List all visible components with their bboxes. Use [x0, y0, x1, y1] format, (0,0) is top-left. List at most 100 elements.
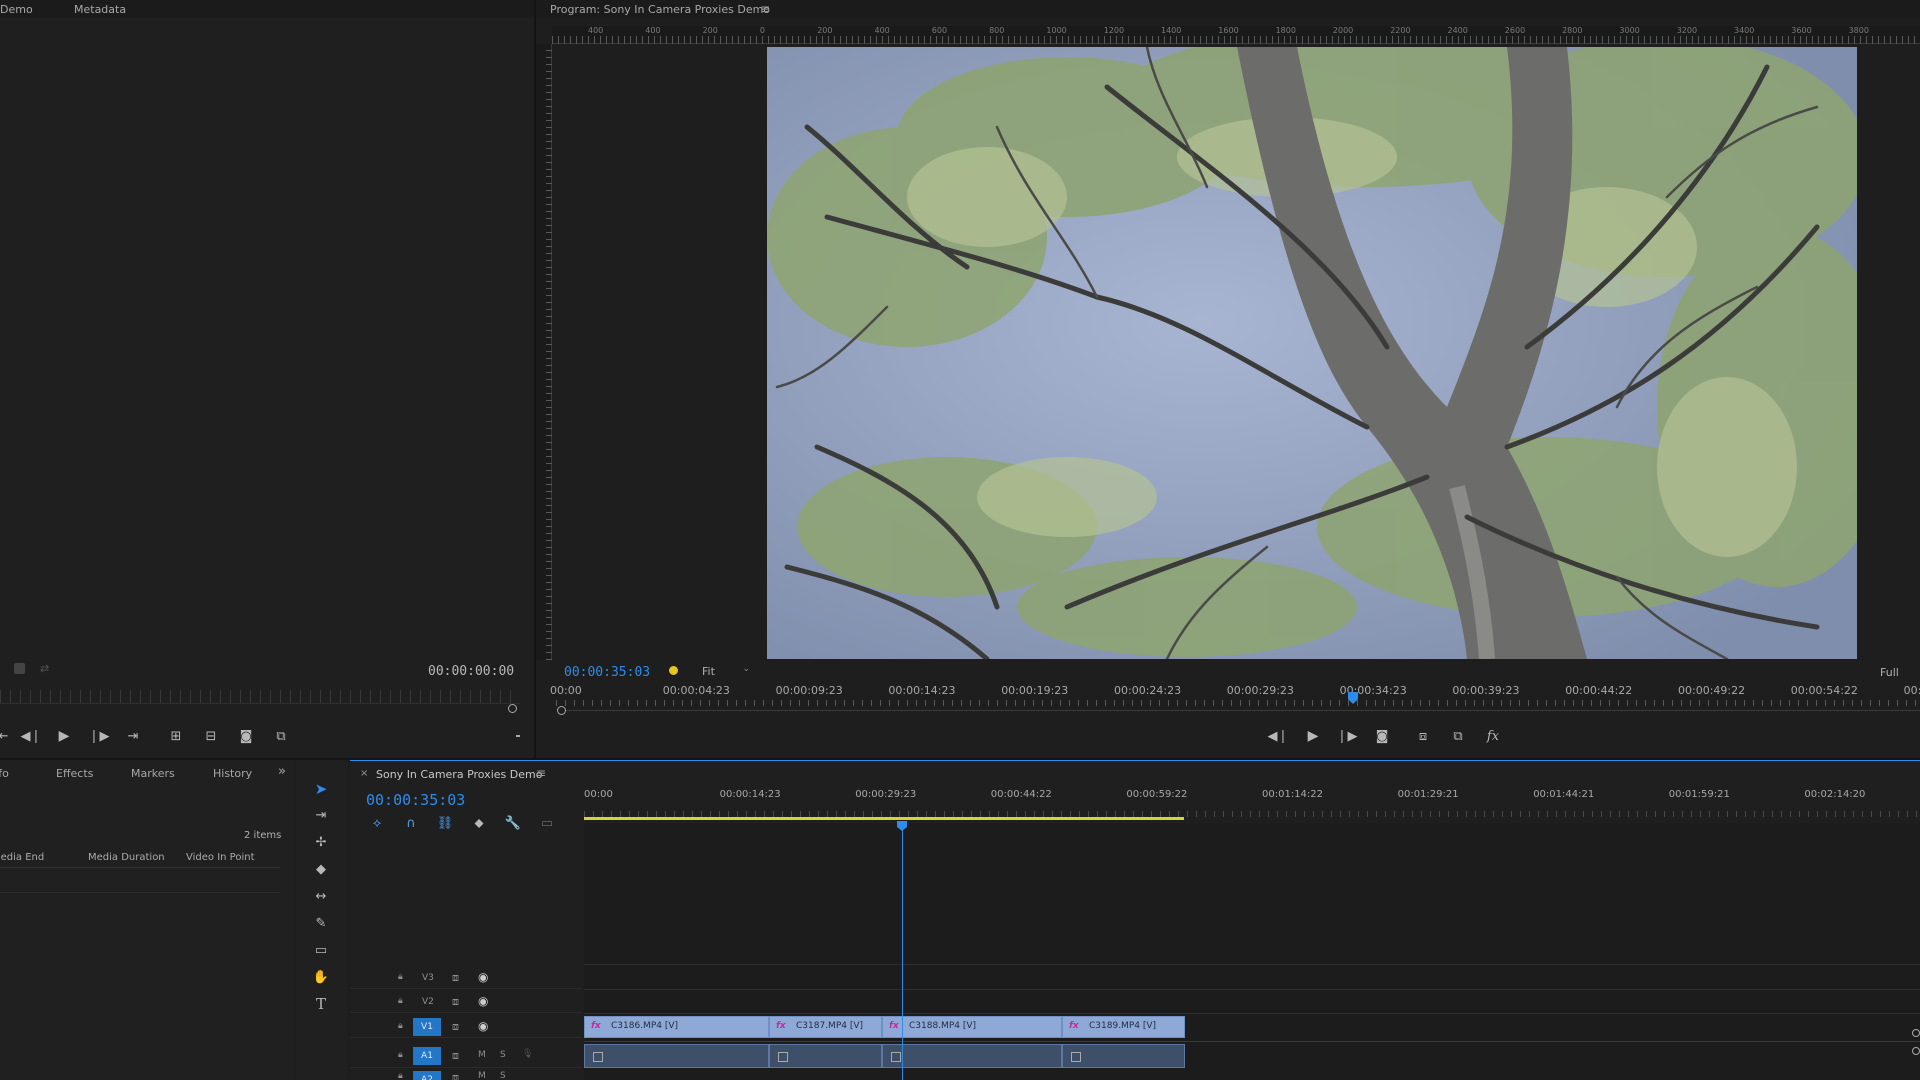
sync-lock-icon[interactable]: ⧈	[452, 971, 459, 985]
list-item[interactable]	[0, 869, 280, 893]
more-panels-icon[interactable]: »	[278, 764, 286, 779]
program-scrub-start[interactable]	[557, 706, 566, 715]
track-header-v2[interactable]: 🔒︎ V2 ⧈ ◉	[350, 991, 582, 1013]
pen-tool-icon[interactable]: ✎	[310, 912, 332, 934]
camera-icon[interactable]: ◙	[1371, 725, 1393, 747]
mute-button[interactable]: M	[478, 1071, 486, 1080]
sync-lock-icon[interactable]: ⧈	[452, 1071, 459, 1080]
timeline-panel-menu-icon[interactable]: ≡	[536, 766, 546, 780]
lift-icon[interactable]: ⧈	[1412, 725, 1434, 747]
sync-lock-icon[interactable]: ⧈	[452, 1020, 459, 1034]
audio-clip[interactable]	[882, 1044, 1062, 1068]
slip-tool-icon[interactable]: ↔	[310, 885, 332, 907]
selection-tool-icon[interactable]: ➤	[310, 778, 332, 800]
video-clip[interactable]: fx C3187.MP4 [V]	[769, 1016, 882, 1038]
step-back-icon[interactable]: ◀❘	[20, 725, 42, 747]
tab-effects[interactable]: Effects	[56, 767, 93, 780]
tab-source-demo[interactable]: Demo	[0, 3, 33, 16]
track-header-v1[interactable]: 🔒︎ V1 ⧈ ◉	[350, 1016, 582, 1038]
solo-button[interactable]: S	[500, 1050, 506, 1060]
fx-icon[interactable]: fx	[1482, 725, 1504, 747]
rectangle-tool-icon[interactable]: ▭	[310, 939, 332, 961]
settings-icon[interactable]	[14, 663, 25, 674]
captions-icon[interactable]: ▭	[536, 812, 558, 834]
step-forward-icon[interactable]: ❘▶	[88, 725, 110, 747]
tab-metadata[interactable]: Metadata	[74, 3, 126, 16]
microphone-icon[interactable]: 🎙︎	[522, 1049, 533, 1059]
eye-icon[interactable]: ◉	[478, 970, 488, 984]
track-label[interactable]: A1	[413, 1047, 441, 1065]
linked-selection-icon[interactable]: ⛓	[434, 812, 456, 834]
ruler-label: 3600	[1791, 26, 1812, 35]
track-label[interactable]: V1	[413, 1018, 441, 1036]
tab-markers[interactable]: Markers	[131, 767, 175, 780]
wrench-icon[interactable]: 🔧	[502, 812, 524, 834]
camera-icon[interactable]: ◙	[235, 725, 257, 747]
tab-history[interactable]: History	[213, 767, 252, 780]
track-header-a1[interactable]: 🔒︎ A1 ⧈ M S 🎙︎	[350, 1044, 582, 1068]
lock-icon[interactable]: 🔒︎	[398, 1021, 403, 1031]
export-frame-icon[interactable]: ⇄	[40, 662, 49, 675]
vertical-scroll-handle[interactable]	[1912, 1029, 1920, 1037]
audio-clip[interactable]	[769, 1044, 882, 1068]
audio-clip[interactable]	[1062, 1044, 1185, 1068]
lock-icon[interactable]: 🔒︎	[398, 996, 403, 1006]
play-icon[interactable]: ▶	[1302, 725, 1324, 747]
overwrite-icon[interactable]: ⊟	[200, 725, 222, 747]
track-label: V2	[422, 997, 434, 1007]
timeline-timecode[interactable]: 00:00:35:03	[366, 791, 465, 809]
timeline-tab-title[interactable]: Sony In Camera Proxies Demo	[376, 768, 542, 781]
source-playhead-handle[interactable]	[508, 704, 517, 713]
play-icon[interactable]: ▶	[53, 725, 75, 747]
add-marker-icon[interactable]: ⬥	[468, 812, 490, 834]
track-label[interactable]: A2	[413, 1071, 441, 1080]
column-media-end[interactable]: Media End	[0, 852, 44, 863]
ruler-label: 00:00:14:23	[719, 789, 781, 800]
ripple-edit-tool-icon[interactable]: ✢	[310, 831, 332, 853]
timeline-ruler[interactable]: 00:00 00:00:14:23 00:00:29:23 00:00:44:22 00…	[584, 789, 1920, 819]
program-time-ruler[interactable]: 00:00 00:00:04:23 00:00:09:23 00:00:14:23 00…	[550, 684, 1920, 712]
track-header-v3[interactable]: 🔒︎ V3 ⧈ ◉	[350, 967, 582, 989]
track-select-tool-icon[interactable]: ⇥	[310, 804, 332, 826]
audio-clip[interactable]	[584, 1044, 769, 1068]
solo-button[interactable]: S	[500, 1071, 506, 1080]
program-panel-menu-icon[interactable]: ≡	[760, 2, 770, 16]
dropdown-icon[interactable]	[516, 735, 520, 737]
nest-icon[interactable]: ⟡	[366, 812, 388, 834]
insert-icon[interactable]: ⊞	[165, 725, 187, 747]
ruler-label: 2400	[1447, 26, 1468, 35]
eye-icon[interactable]: ◉	[478, 994, 488, 1008]
column-video-in-point[interactable]: Video In Point	[186, 852, 255, 863]
razor-tool-icon[interactable]: ◆	[310, 858, 332, 880]
sync-lock-icon[interactable]: ⧈	[452, 1049, 459, 1063]
zoom-select[interactable]: Fit ⌄	[698, 664, 754, 680]
program-title[interactable]: Program: Sony In Camera Proxies Demo	[550, 3, 770, 16]
eye-icon[interactable]: ◉	[478, 1019, 488, 1033]
video-clip[interactable]: fx C3188.MP4 [V]	[882, 1016, 1062, 1038]
type-tool-icon[interactable]: T	[310, 993, 332, 1015]
hand-tool-icon[interactable]: ✋	[310, 966, 332, 988]
column-media-duration[interactable]: Media Duration	[88, 852, 165, 863]
work-area-bar[interactable]	[584, 817, 1184, 820]
resolution-select[interactable]: Full	[1880, 666, 1899, 679]
video-clip[interactable]: fx C3186.MP4 [V]	[584, 1016, 769, 1038]
source-time-ruler[interactable]	[0, 690, 520, 704]
video-clip[interactable]: fx C3189.MP4 [V]	[1062, 1016, 1185, 1038]
step-forward-icon[interactable]: ❘▶	[1336, 725, 1358, 747]
tab-info[interactable]: Info	[0, 767, 9, 780]
go-to-in-icon[interactable]: ⇤	[0, 725, 14, 747]
track-header-a2[interactable]: 🔒︎ A2 ⧈ M S	[350, 1069, 582, 1080]
step-back-icon[interactable]: ◀❘	[1267, 725, 1289, 747]
lock-icon[interactable]: 🔒︎	[398, 1071, 403, 1080]
sync-lock-icon[interactable]: ⧈	[452, 995, 459, 1009]
lock-icon[interactable]: 🔒︎	[398, 1050, 403, 1060]
snap-icon[interactable]: ∩	[400, 812, 422, 834]
button-editor-icon[interactable]: ⧉	[270, 725, 292, 747]
mute-button[interactable]: M	[478, 1050, 486, 1060]
program-timecode[interactable]: 00:00:35:03	[564, 665, 650, 680]
close-icon[interactable]: ×	[360, 768, 368, 779]
extract-icon[interactable]: ⧉	[1447, 725, 1469, 747]
vertical-scroll-handle[interactable]	[1912, 1047, 1920, 1055]
lock-icon[interactable]: 🔒︎	[398, 972, 403, 982]
go-to-out-icon[interactable]: ⇥	[122, 725, 144, 747]
